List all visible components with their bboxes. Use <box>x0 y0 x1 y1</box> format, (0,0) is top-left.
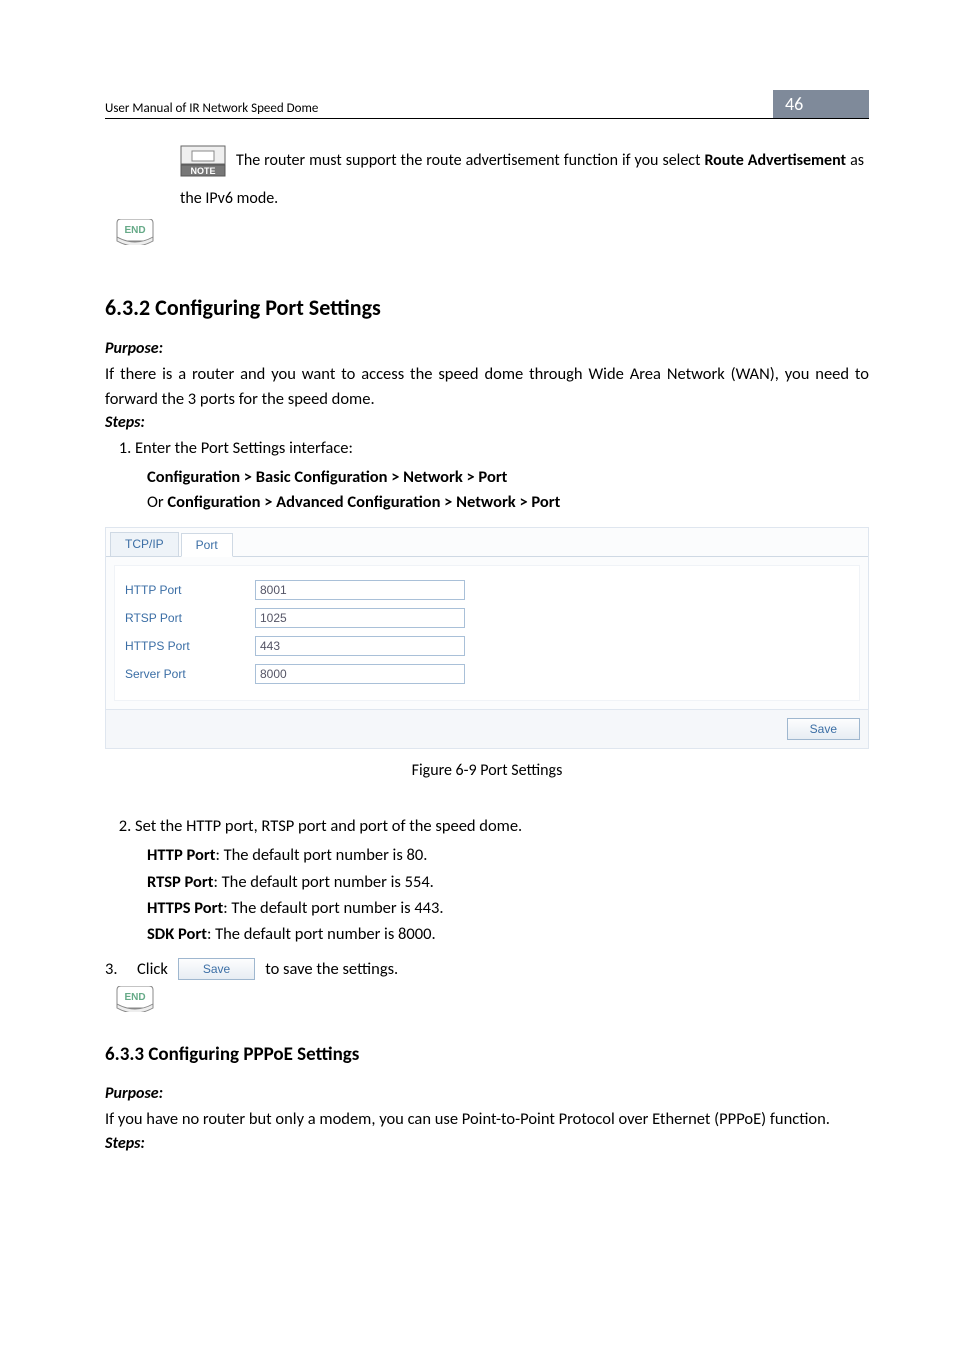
pppoe-purpose-text: If you have no router but only a modem, … <box>105 1107 869 1132</box>
purpose-label-2: Purpose: <box>105 1084 869 1103</box>
sdk-port-text: : The default port number is 8000. <box>207 924 436 944</box>
rtsp-port-text: : The default port number is 554. <box>214 872 434 892</box>
step-3-row: 3. Click Save to save the settings. <box>105 958 869 980</box>
sdk-port-bold: SDK Port <box>147 924 207 944</box>
http-port-text: : The default port number is 80. <box>215 845 427 865</box>
tab-port[interactable]: Port <box>181 533 233 557</box>
inline-save-button[interactable]: Save <box>178 958 255 980</box>
note-icon: NOTE <box>180 145 226 186</box>
end-icon: END <box>115 219 869 250</box>
note-block: NOTE The router must support the route a… <box>180 145 864 213</box>
note-text: The router must support the route advert… <box>236 151 704 170</box>
step-3-num: 3. <box>105 959 127 979</box>
page-header: User Manual of IR Network Speed Dome 46 <box>105 90 869 119</box>
step-1-or: Or <box>147 492 167 512</box>
page-number-badge: 46 <box>773 90 869 118</box>
port-panel: TCP/IP Port HTTP Port RTSP Port HTTPS Po… <box>105 527 869 749</box>
tabs-row: TCP/IP Port <box>106 528 868 557</box>
https-port-bold: HTTPS Port <box>147 898 223 918</box>
label-http-port: HTTP Port <box>125 583 255 597</box>
port-form: HTTP Port RTSP Port HTTPS Port Server Po… <box>114 565 860 701</box>
step-1: Enter the Port Settings interface: <box>135 436 869 461</box>
step-2-details: HTTP Port: The default port number is 80… <box>147 842 869 948</box>
label-https-port: HTTPS Port <box>125 639 255 653</box>
purpose-text-1: If there is a router and you want to acc… <box>105 362 869 412</box>
step-2: Set the HTTP port, RTSP port and port of… <box>135 814 869 839</box>
svg-text:NOTE: NOTE <box>190 166 215 176</box>
row-http: HTTP Port <box>125 580 849 600</box>
row-rtsp: RTSP Port <box>125 608 849 628</box>
input-rtsp-port[interactable] <box>255 608 465 628</box>
save-button[interactable]: Save <box>787 718 860 740</box>
row-https: HTTPS Port <box>125 636 849 656</box>
figure-caption-1: Figure 6-9 Port Settings <box>105 761 869 780</box>
note-bold: Route Advertisement <box>704 151 846 170</box>
header-title: User Manual of IR Network Speed Dome <box>105 101 318 118</box>
rtsp-port-bold: RTSP Port <box>147 872 214 892</box>
end-icon-2: END <box>115 986 869 1017</box>
input-http-port[interactable] <box>255 580 465 600</box>
purpose-label-1: Purpose: <box>105 339 869 358</box>
label-rtsp-port: RTSP Port <box>125 611 255 625</box>
step-3-suffix: to save the settings. <box>265 959 398 979</box>
http-port-bold: HTTP Port <box>147 845 215 865</box>
save-row: Save <box>106 709 868 748</box>
section-heading-port: 6.3.2 Configuring Port Settings <box>105 294 869 321</box>
row-server: Server Port <box>125 664 849 684</box>
step-1-path-2: Configuration > Advanced Configuration >… <box>167 492 560 512</box>
step-3-click: Click <box>137 959 168 979</box>
input-server-port[interactable] <box>255 664 465 684</box>
svg-text:END: END <box>124 992 145 1003</box>
step-1-path-2-row: Or Configuration > Advanced Configuratio… <box>147 490 869 515</box>
step-1-path-1: Configuration > Basic Configuration > Ne… <box>147 465 869 490</box>
step-2-lead: Set the HTTP port, RTSP port and port of… <box>135 816 522 836</box>
steps-label-1: Steps: <box>105 413 869 432</box>
step-1-text: Enter the Port Settings interface: <box>135 438 353 458</box>
svg-text:END: END <box>124 225 145 236</box>
tab-tcpip[interactable]: TCP/IP <box>110 532 179 556</box>
input-https-port[interactable] <box>255 636 465 656</box>
https-port-text: : The default port number is 443. <box>223 898 443 918</box>
section-heading-pppoe: 6.3.3 Configuring PPPoE Settings <box>105 1043 869 1066</box>
label-server-port: Server Port <box>125 667 255 681</box>
steps-label-2: Steps: <box>105 1134 869 1153</box>
